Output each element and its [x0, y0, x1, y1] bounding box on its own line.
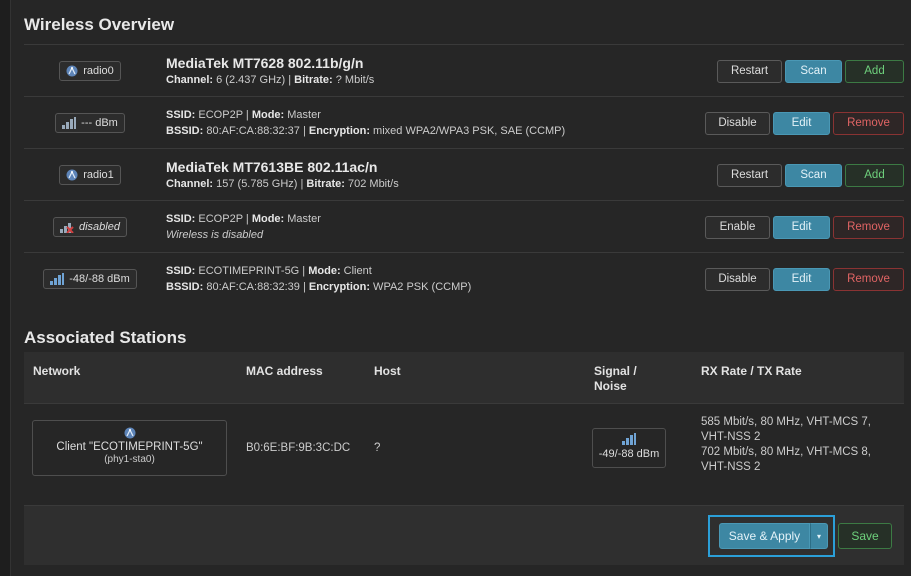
rx-tx-rates: 585 Mbit/s, 80 MHz, VHT-MCS 7, VHT-NSS 2…: [701, 416, 871, 473]
signal-disabled-icon: [60, 221, 74, 233]
add-button[interactable]: Add: [845, 59, 904, 83]
badge-label: radio0: [83, 65, 114, 77]
network-row-ecotimeprint: -48/-88 dBm SSID: ECOTIMEPRINT-5G | Mode…: [24, 252, 904, 304]
save-button[interactable]: Save: [838, 523, 892, 549]
device-title: MediaTek MT7628 802.11b/g/n: [166, 54, 364, 71]
network-row-disabled: disabled SSID: ECOP2P | Mode: Master Wir…: [24, 200, 904, 252]
remove-button[interactable]: Remove: [833, 215, 904, 239]
signal-badge: disabled: [53, 217, 127, 237]
add-button[interactable]: Add: [845, 163, 904, 187]
edit-button[interactable]: Edit: [773, 267, 830, 291]
network-bssid-encryption: BSSID: 80:AF:CA:88:32:39 | Encryption: W…: [166, 281, 472, 293]
remove-button[interactable]: Remove: [833, 111, 904, 135]
network-status: Wireless is disabled: [166, 229, 264, 241]
column-host: Host: [374, 364, 401, 378]
signal-badge: -48/-88 dBm: [43, 269, 137, 289]
radio-badge: radio1: [59, 165, 121, 185]
save-apply-group: Save & Apply ▾: [719, 523, 828, 549]
network-ssid-mode: SSID: ECOP2P | Mode: Master: [166, 213, 321, 225]
column-rates: RX Rate / TX Rate: [701, 364, 802, 378]
radio-badge: radio0: [59, 61, 121, 81]
radio-antenna-icon: [66, 65, 78, 77]
disable-button[interactable]: Disable: [705, 267, 770, 291]
scan-button[interactable]: Scan: [785, 59, 842, 83]
edit-button[interactable]: Edit: [773, 215, 830, 239]
mac-address: B0:6E:BF:9B:3C:DC: [246, 442, 351, 454]
signal-badge: --- dBm: [55, 113, 125, 133]
disable-button[interactable]: Disable: [705, 111, 770, 135]
network-row-ecop2p: --- dBm SSID: ECOP2P | Mode: Master BSSI…: [24, 96, 904, 148]
network-cell: Client "ECOTIMEPRINT-5G" (phy1-sta0): [32, 420, 227, 476]
restart-button[interactable]: Restart: [717, 59, 782, 83]
badge-label: --- dBm: [81, 117, 118, 129]
wireless-panel: Wireless Overview radio0 MediaTek MT7628…: [10, 0, 911, 576]
badge-label: disabled: [79, 221, 120, 233]
network-ssid-mode: SSID: ECOP2P | Mode: Master: [166, 109, 321, 121]
restart-button[interactable]: Restart: [717, 163, 782, 187]
badge-label: -48/-88 dBm: [69, 273, 130, 285]
signal-bars-icon: [593, 433, 665, 445]
network-name: Client "ECOTIMEPRINT-5G": [56, 441, 203, 453]
device-details: Channel: 157 (5.785 GHz) | Bitrate: 702 …: [166, 177, 399, 190]
network-interface: (phy1-sta0): [104, 454, 155, 465]
column-signal-noise: Signal / Noise: [594, 364, 637, 393]
badge-label: radio1: [83, 169, 114, 181]
footer-actions: Save & Apply ▾ Save: [24, 505, 904, 565]
device-row-radio0: radio0 MediaTek MT7628 802.11b/g/n Chann…: [24, 44, 904, 96]
stations-table-header: Network MAC address Host Signal / Noise …: [24, 352, 904, 404]
save-apply-button[interactable]: Save & Apply: [719, 523, 810, 549]
device-title: MediaTek MT7613BE 802.11ac/n: [166, 158, 378, 175]
network-bssid-encryption: BSSID: 80:AF:CA:88:32:37 | Encryption: m…: [166, 125, 566, 137]
signal-value: -49/-88 dBm: [598, 448, 660, 460]
column-network: Network: [33, 364, 81, 378]
scan-button[interactable]: Scan: [785, 163, 842, 187]
chevron-down-icon[interactable]: ▾: [810, 523, 828, 549]
device-details: Channel: 6 (2.437 GHz) | Bitrate: ? Mbit…: [166, 73, 375, 86]
wireless-overview-heading: Wireless Overview: [24, 15, 175, 34]
signal-bars-icon: [50, 273, 65, 285]
associated-stations-heading: Associated Stations: [24, 328, 187, 347]
radio-antenna-icon: [33, 427, 226, 439]
signal-cell: -49/-88 dBm: [592, 428, 666, 468]
remove-button[interactable]: Remove: [833, 267, 904, 291]
radio-antenna-icon: [66, 169, 78, 181]
column-mac: MAC address: [246, 364, 323, 378]
table-row: Client "ECOTIMEPRINT-5G" (phy1-sta0) B0:…: [24, 404, 904, 504]
device-row-radio1: radio1 MediaTek MT7613BE 802.11ac/n Chan…: [24, 148, 904, 200]
edit-button[interactable]: Edit: [773, 111, 830, 135]
signal-bars-icon: [62, 117, 77, 129]
host-value: ?: [374, 442, 381, 454]
enable-button[interactable]: Enable: [705, 215, 770, 239]
network-ssid-mode: SSID: ECOTIMEPRINT-5G | Mode: Client: [166, 265, 372, 277]
